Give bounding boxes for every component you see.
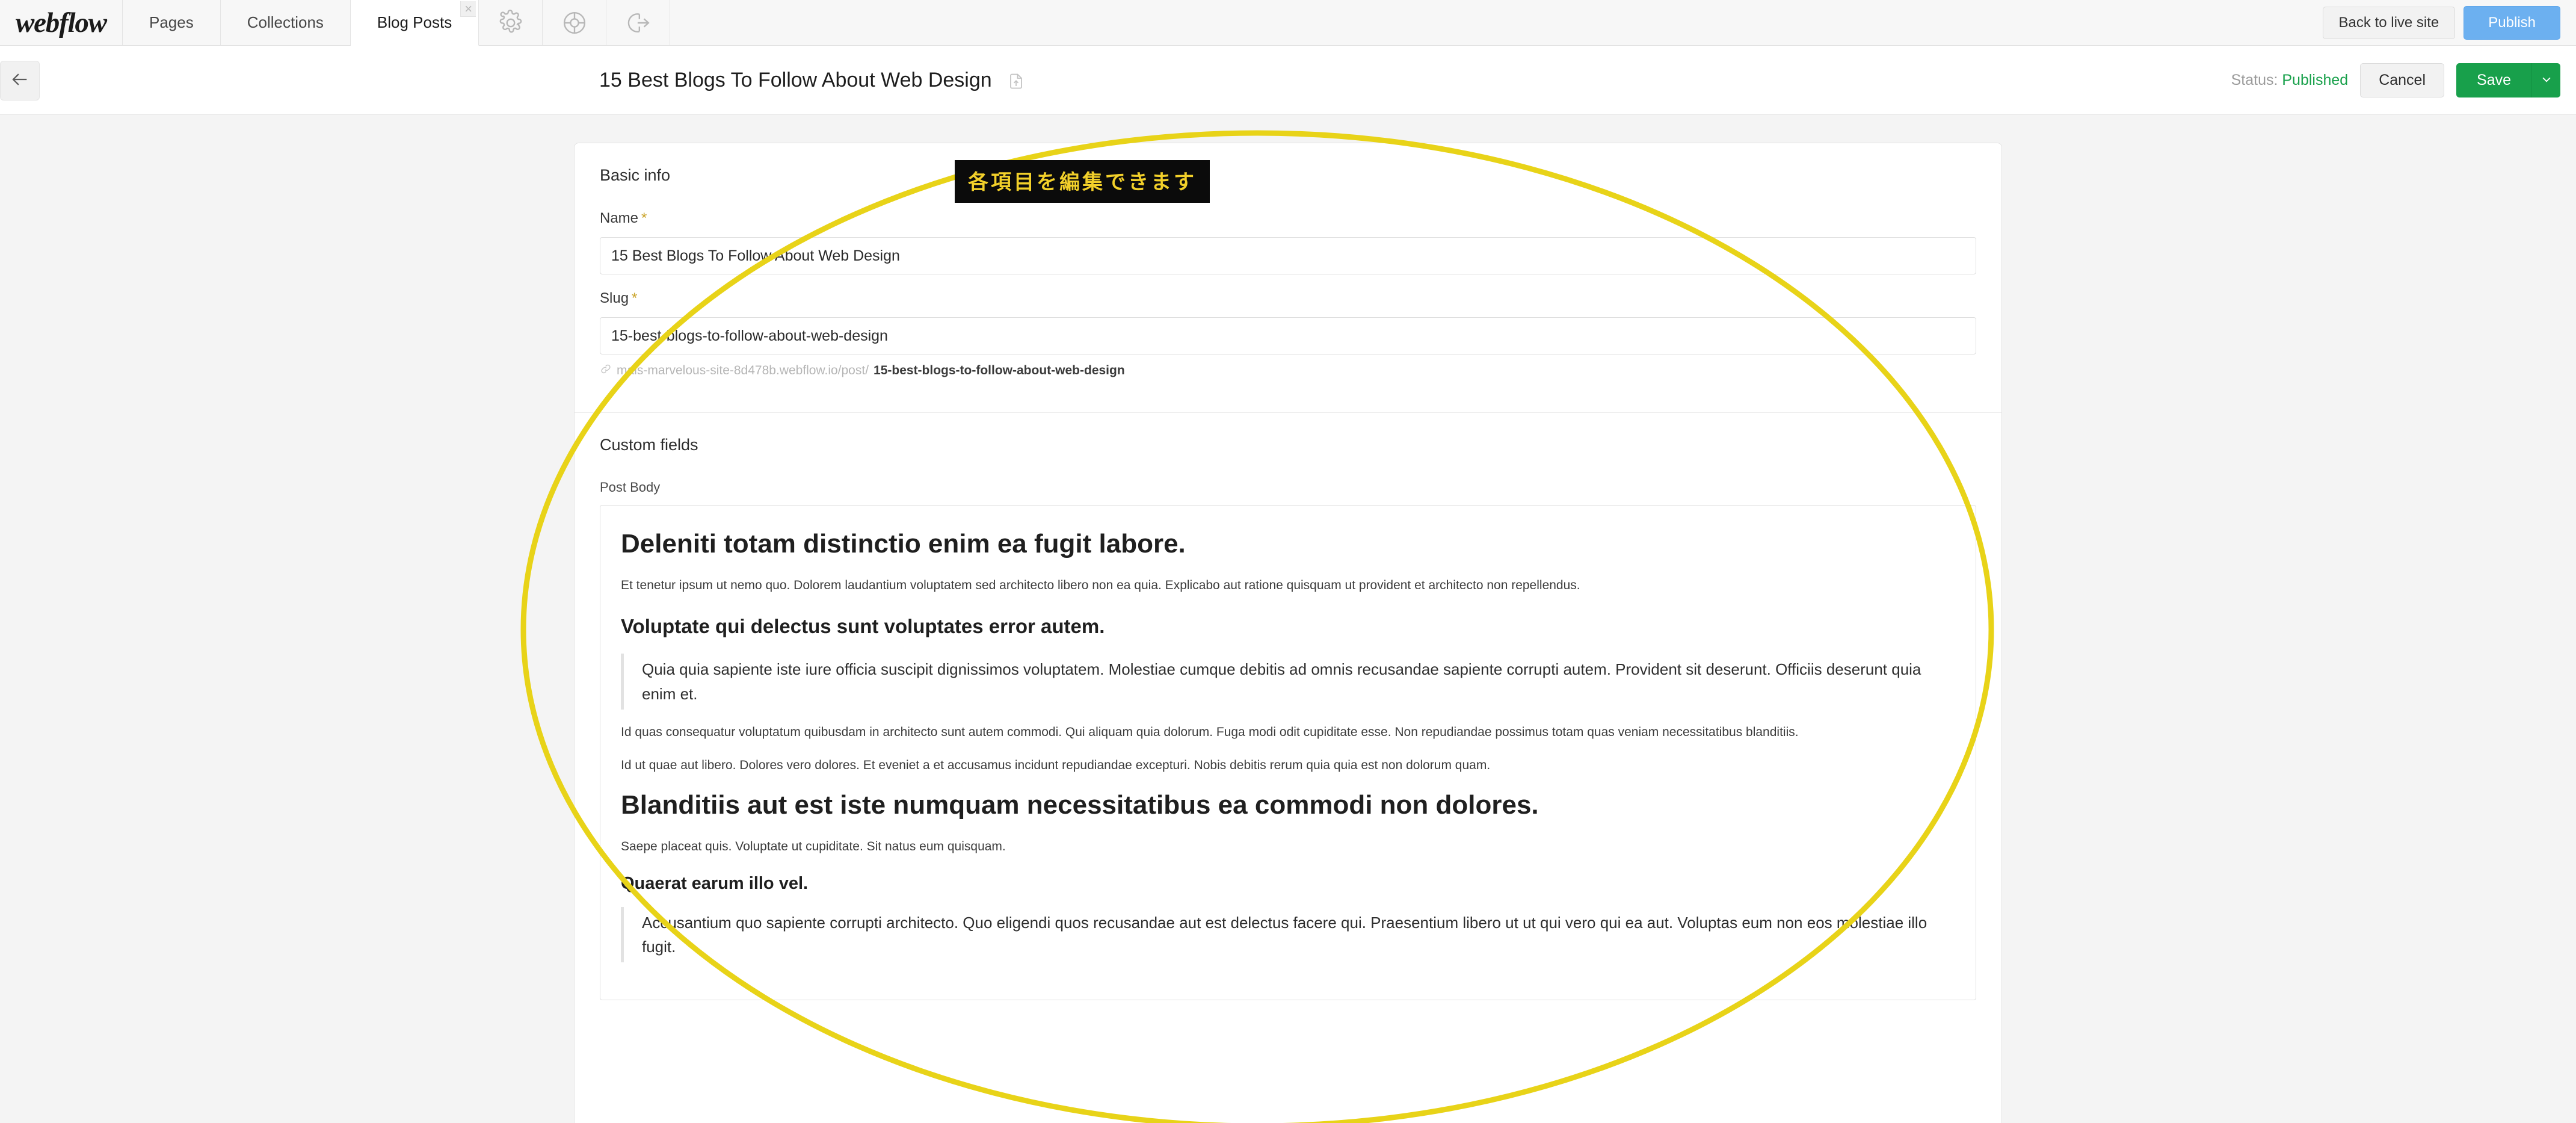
item-editor-card: Basic info Name* Slug*: [574, 143, 2002, 1123]
publish-button[interactable]: Publish: [2464, 5, 2560, 40]
cancel-button[interactable]: Cancel: [2360, 63, 2445, 97]
slug-label: Slug *: [600, 290, 1976, 307]
richtext-paragraph-1: Et tenetur ipsum ut nemo quo. Dolorem la…: [621, 578, 1580, 592]
tab-blog-posts[interactable]: Blog Posts ×: [350, 0, 479, 46]
slug-url-base: mais-marvelous-site-8d478b.webflow.io/po…: [617, 364, 869, 377]
richtext-blockquote-1: Quia quia sapiente iste iure officia sus…: [621, 654, 1955, 710]
save-button[interactable]: Save: [2456, 63, 2531, 97]
link-icon: [600, 363, 612, 379]
page-title-text: 15 Best Blogs To Follow About Web Design: [599, 68, 992, 91]
tab-collections-label: Collections: [247, 13, 324, 31]
status-badge: Status: Published: [2231, 72, 2349, 89]
richtext-blockquote-2: Accusantium quo sapiente corrupti archit…: [621, 906, 1955, 963]
richtext-paragraph-2: Id quas consequatur voluptatum quibusdam…: [621, 725, 1799, 740]
richtext-heading-3: Blanditiis aut est iste numquam necessit…: [621, 790, 1539, 820]
page-upload-icon[interactable]: [1007, 72, 1025, 90]
name-input[interactable]: [600, 237, 1976, 274]
tab-pages-label: Pages: [149, 13, 194, 31]
webflow-logo[interactable]: webflow: [0, 0, 123, 45]
richtext-heading-4: Quaerat earum illo vel.: [621, 873, 809, 893]
richtext-blockquote-1-text: Quia quia sapiente iste iure officia sus…: [642, 660, 1921, 703]
chevron-down-icon: [2540, 73, 2553, 88]
slug-required-marker: *: [632, 290, 638, 306]
name-label-text: Name: [600, 210, 639, 226]
brand-wordmark: webflow: [16, 7, 107, 39]
toolbar-actions: Status: Published Cancel Save: [2231, 63, 2560, 97]
slug-field-group: Slug* mais-marvelous-site-8d478b.webflow…: [600, 290, 1976, 379]
basic-info-section: Basic info Name* Slug*: [575, 143, 2001, 413]
name-label: Name *: [600, 210, 1976, 227]
basic-info-title: Basic info: [600, 166, 671, 184]
close-icon[interactable]: ×: [460, 1, 476, 17]
post-body-label: Post Body: [600, 480, 661, 495]
item-toolbar: 15 Best Blogs To Follow About Web Design…: [0, 46, 2576, 115]
custom-fields-section: Custom fields Post Body Deleniti totam d…: [575, 413, 2001, 1018]
custom-fields-title: Custom fields: [600, 436, 698, 454]
help-button[interactable]: [543, 0, 607, 45]
back-button[interactable]: [0, 61, 40, 101]
top-tab-bar: webflow Pages Collections Blog Posts × B…: [0, 0, 2576, 46]
save-options-button[interactable]: [2531, 63, 2560, 97]
tab-pages[interactable]: Pages: [123, 0, 221, 45]
settings-button[interactable]: [479, 0, 543, 45]
logout-icon: [625, 10, 652, 36]
arrow-left-icon: [10, 69, 30, 93]
annotation-banner: 各項目を編集できます: [955, 160, 1210, 203]
status-label: Status:: [2231, 71, 2278, 88]
name-field-group: Name *: [600, 210, 1976, 274]
name-required-marker: *: [641, 210, 647, 226]
topbar-actions: Back to live site Publish: [2322, 0, 2576, 45]
slug-input[interactable]: [600, 317, 1976, 354]
back-to-live-site-button[interactable]: Back to live site: [2322, 6, 2456, 39]
richtext-heading-2: Voluptate qui delectus sunt voluptates e…: [621, 614, 1105, 637]
richtext-paragraph-4: Saepe placeat quis. Voluptate ut cupidit…: [621, 840, 1006, 854]
life-ring-icon: [561, 10, 588, 36]
slug-url-preview: mais-marvelous-site-8d478b.webflow.io/po…: [600, 363, 1976, 379]
status-value: Published: [2282, 71, 2349, 88]
page-title: 15 Best Blogs To Follow About Web Design: [599, 69, 1025, 92]
save-button-group: Save: [2456, 63, 2560, 97]
topbar-spacer: [670, 0, 2323, 45]
tab-collections[interactable]: Collections: [220, 0, 351, 45]
richtext-blockquote-2-text: Accusantium quo sapiente corrupti archit…: [642, 913, 1927, 956]
richtext-heading-1: Deleniti totam distinctio enim ea fugit …: [621, 529, 1186, 558]
post-body-richtext-editor[interactable]: Deleniti totam distinctio enim ea fugit …: [600, 505, 1976, 1001]
slug-url-value: 15-best-blogs-to-follow-about-web-design: [874, 364, 1125, 377]
richtext-paragraph-3: Id ut quae aut libero. Dolores vero dolo…: [621, 758, 1491, 772]
slug-label-text: Slug: [600, 290, 629, 306]
logout-button[interactable]: [606, 0, 671, 45]
gear-icon: [498, 9, 524, 36]
editor-page: Basic info Name* Slug*: [0, 115, 2576, 1123]
tab-blog-posts-label: Blog Posts: [377, 13, 452, 31]
annotation-banner-text: 各項目を編集できます: [968, 170, 1197, 194]
